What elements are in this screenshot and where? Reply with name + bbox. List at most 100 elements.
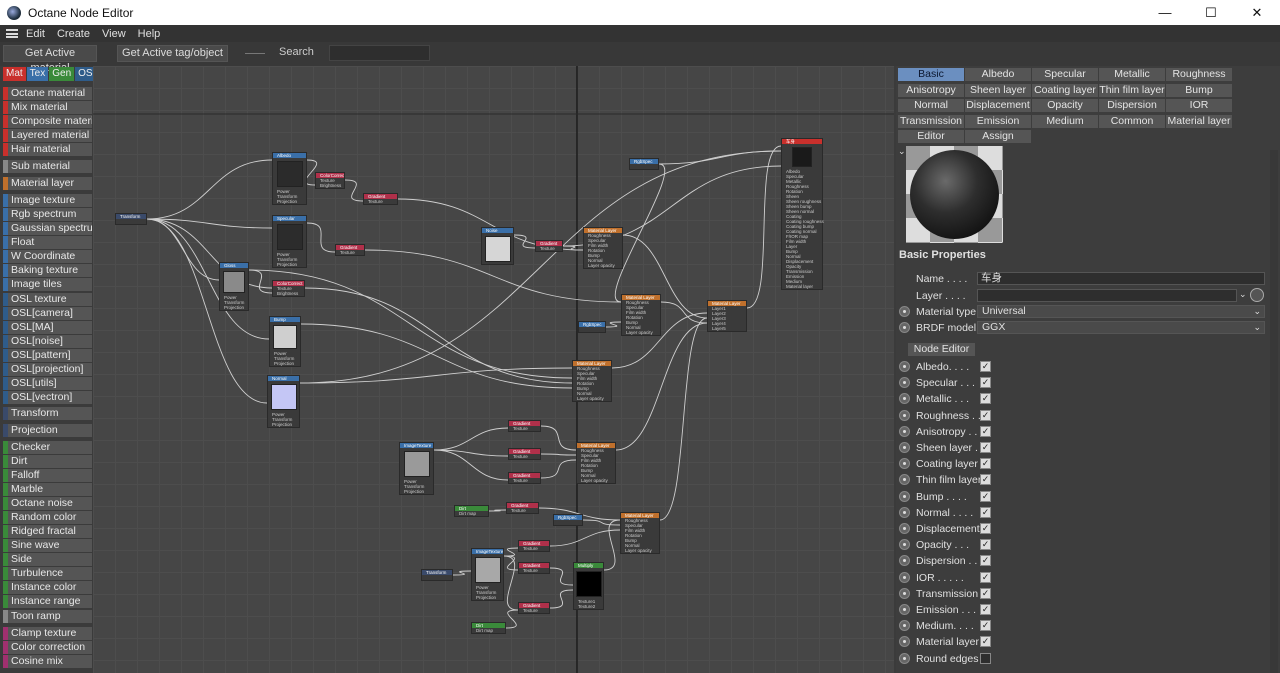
channel-animate-icon[interactable] xyxy=(899,604,910,615)
node-rgbspec2[interactable]: RgbSpec xyxy=(578,321,606,333)
node-port[interactable]: Material layer xyxy=(782,284,822,289)
node-gradient6[interactable]: Gradient Texture xyxy=(508,472,541,484)
channel-checkbox[interactable]: ✓ xyxy=(980,587,991,599)
category-tab-mat[interactable]: Mat xyxy=(3,67,26,81)
palette-item-osl-pattern[interactable]: OSL[pattern] xyxy=(3,349,92,362)
channel-animate-icon[interactable] xyxy=(899,425,910,437)
node-port[interactable]: Layer opacity xyxy=(573,396,611,401)
palette-item-image-texture[interactable]: Image texture xyxy=(3,194,92,207)
node-matlayer6[interactable]: Material Layer Roughness Specular Film widt… xyxy=(620,512,660,554)
tab-emission[interactable]: Emission xyxy=(964,113,1032,129)
palette-item-osl-noise[interactable]: OSL[noise] xyxy=(3,335,92,348)
name-field[interactable]: 车身 xyxy=(977,272,1265,285)
node-port[interactable]: Layer opacity xyxy=(577,478,615,483)
node-port[interactable]: Texture xyxy=(519,546,549,551)
tab-anisotropy[interactable]: Anisotropy xyxy=(897,82,965,98)
node-port[interactable]: Dirt map xyxy=(455,511,488,516)
tab-transmission[interactable]: Transmission xyxy=(897,113,965,129)
tab-material-layer[interactable]: Material layer xyxy=(1165,113,1233,129)
node-port[interactable]: Layer opacity xyxy=(621,548,659,553)
node-port[interactable]: Layer opacity xyxy=(584,263,622,268)
channel-animate-icon[interactable] xyxy=(899,506,910,518)
node-gradient8[interactable]: Gradient Texture xyxy=(518,540,550,552)
node-bump[interactable]: Bump Power Transform Projection xyxy=(269,316,301,367)
search-input[interactable] xyxy=(329,45,430,61)
node-gradient7[interactable]: Gradient Texture xyxy=(506,502,539,514)
palette-item-instance-range[interactable]: Instance range xyxy=(3,595,92,608)
tab-metallic[interactable]: Metallic xyxy=(1098,67,1166,82)
palette-item-mix-material[interactable]: Mix material xyxy=(3,101,92,114)
node-port[interactable]: Texture xyxy=(519,568,549,573)
node-imagetex1[interactable]: ImageTexture Power Transform Projection xyxy=(399,442,434,495)
palette-item-rgb-spectrum[interactable]: Rgb spectrum xyxy=(3,208,92,221)
properties-scrollbar[interactable] xyxy=(1270,150,1278,673)
menu-help[interactable]: Help xyxy=(138,28,161,40)
node-matlayer3[interactable]: Material Layer Layer1 Layer2 Layer3 Layer4 La… xyxy=(707,300,747,332)
tab-opacity[interactable]: Opacity xyxy=(1031,98,1099,113)
palette-item-dirt[interactable]: Dirt xyxy=(3,455,92,468)
channel-checkbox[interactable]: ✓ xyxy=(980,539,991,551)
menu-view[interactable]: View xyxy=(102,28,126,40)
channel-animate-icon[interactable] xyxy=(899,587,910,599)
channel-animate-icon[interactable] xyxy=(899,652,910,664)
channel-checkbox[interactable]: ✓ xyxy=(980,523,991,534)
palette-item-projection[interactable]: Projection xyxy=(3,424,92,437)
palette-item-turbulence[interactable]: Turbulence xyxy=(3,567,92,580)
node-port[interactable]: Brightness xyxy=(316,183,344,188)
channel-animate-icon[interactable] xyxy=(899,523,910,534)
palette-item-w-coordinate[interactable]: W Coordinate xyxy=(3,250,92,263)
node-matlayer4[interactable]: Material Layer Roughness Specular Film widt… xyxy=(572,360,612,402)
palette-item-gaussian-spectrum[interactable]: Gaussian spectrum xyxy=(3,222,92,235)
tab-coating-layer[interactable]: Coating layer xyxy=(1031,82,1099,98)
channel-checkbox[interactable] xyxy=(980,652,991,664)
node-noise[interactable]: Noise xyxy=(481,227,514,265)
get-active-material-button[interactable]: Get Active material xyxy=(3,45,97,74)
node-gradient9[interactable]: Gradient Texture xyxy=(518,562,550,574)
node-multiply[interactable]: Multiply Texture1 Texture2 xyxy=(573,562,604,610)
tab-displacement[interactable]: Displacement xyxy=(964,98,1032,113)
palette-item-random-color[interactable]: Random color xyxy=(3,511,92,524)
material-type-animate-icon[interactable] xyxy=(899,306,910,317)
palette-item-clamp-texture[interactable]: Clamp texture xyxy=(3,627,92,640)
node-port[interactable]: Texture2 xyxy=(574,604,603,609)
node-graph-canvas[interactable]: Albedo Power Transform Projection ColorCorre… xyxy=(93,66,894,673)
node-matlayer1[interactable]: Material Layer Roughness Specular Film widt… xyxy=(583,227,623,269)
channel-checkbox[interactable]: ✓ xyxy=(980,442,991,453)
palette-item-sine-wave[interactable]: Sine wave xyxy=(3,539,92,552)
palette-item-checker[interactable]: Checker xyxy=(3,441,92,454)
maximize-button[interactable]: ☐ xyxy=(1188,0,1234,25)
palette-item-sub-material[interactable]: Sub material xyxy=(3,160,92,173)
tab-common[interactable]: Common xyxy=(1098,113,1166,129)
channel-checkbox[interactable]: ✓ xyxy=(980,458,991,470)
node-transform1[interactable]: Transform xyxy=(115,213,147,225)
node-port[interactable]: Projection xyxy=(273,262,306,267)
channel-animate-icon[interactable] xyxy=(899,409,910,421)
channel-animate-icon[interactable] xyxy=(899,490,910,502)
node-gradient2[interactable]: Gradient Texture xyxy=(335,244,365,256)
node-port[interactable]: Dirt map xyxy=(472,628,505,633)
node-colorcorrect1[interactable]: ColorCorrect Texture Brightness xyxy=(315,172,345,189)
node-normal[interactable]: Normal Power Transform Projection xyxy=(267,375,300,428)
channel-checkbox[interactable]: ✓ xyxy=(980,506,991,518)
material-type-dropdown[interactable]: Universal ⌄ xyxy=(977,305,1265,318)
layer-field[interactable] xyxy=(977,289,1237,302)
channel-checkbox[interactable]: ✓ xyxy=(980,474,991,486)
channel-checkbox[interactable]: ✓ xyxy=(980,377,991,389)
node-port[interactable]: Projection xyxy=(273,199,306,204)
get-active-tag-button[interactable]: Get Active tag/object xyxy=(117,45,228,62)
node-gradient4[interactable]: Gradient Texture xyxy=(508,420,541,432)
node-imagetex2[interactable]: ImageTexture Power Transform Projection xyxy=(471,548,504,601)
palette-item-octane-material[interactable]: Octane material xyxy=(3,87,92,100)
palette-item-material-layer[interactable]: Material layer xyxy=(3,177,92,190)
palette-item-ridged-fractal[interactable]: Ridged fractal xyxy=(3,525,92,538)
palette-item-transform[interactable]: Transform xyxy=(3,407,92,420)
pick-object-icon[interactable] xyxy=(1250,288,1264,302)
brdf-animate-icon[interactable] xyxy=(899,322,910,333)
palette-item-color-correction[interactable]: Color correction xyxy=(3,641,92,654)
palette-item-marble[interactable]: Marble xyxy=(3,483,92,496)
channel-animate-icon[interactable] xyxy=(899,442,910,453)
palette-item-composite-material[interactable]: Composite material xyxy=(3,115,92,128)
node-port[interactable]: Texture xyxy=(364,199,397,204)
node-gradient10[interactable]: Gradient Texture xyxy=(518,602,550,614)
node-port[interactable]: Projection xyxy=(472,595,503,600)
